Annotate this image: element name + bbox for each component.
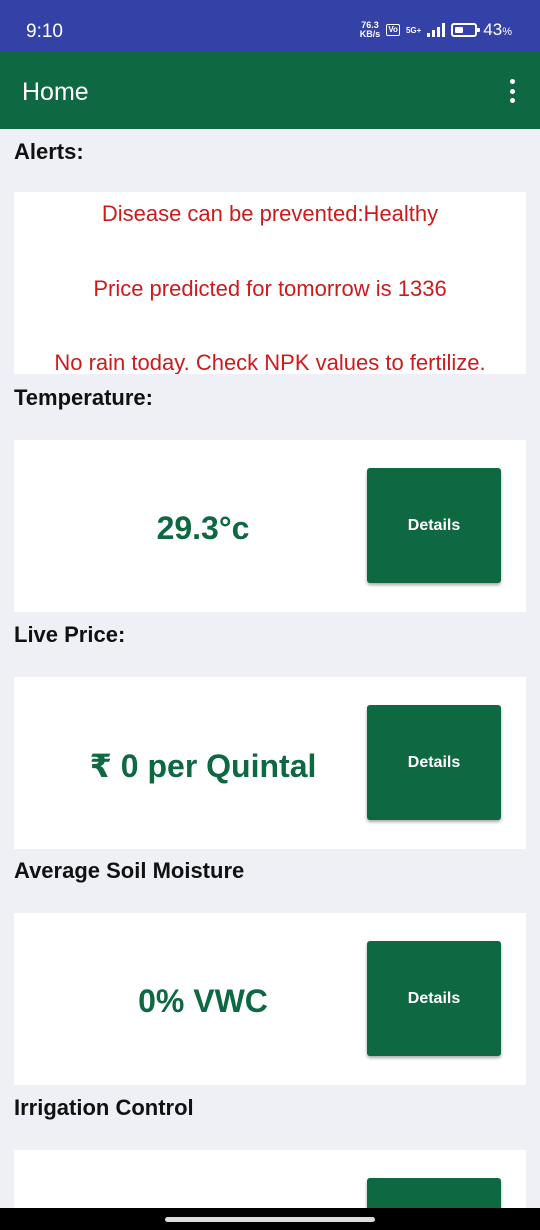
irrigation-button[interactable]: [367, 1178, 501, 1208]
live-price-title: Live Price:: [14, 622, 126, 647]
volte-icon: Vo: [386, 24, 400, 36]
temperature-value: 29.3°c: [156, 510, 250, 546]
network-type: 5G+: [405, 25, 422, 35]
alert-rain: No rain today. Check NPK values to ferti…: [54, 350, 486, 374]
soil-moisture-card: 0% VWC Details: [14, 913, 526, 1085]
battery-percent: 43%: [483, 20, 512, 39]
temperature-card: 29.3°c Details: [14, 440, 526, 612]
navigation-bar: [0, 1208, 540, 1230]
alerts-card: Disease can be prevented:Healthy Price p…: [14, 192, 526, 374]
alert-price: Price predicted for tomorrow is 1336: [93, 276, 447, 301]
app-bar: Home: [0, 52, 540, 129]
battery-icon: [451, 23, 481, 37]
soil-moisture-details-button[interactable]: Details: [367, 941, 501, 1056]
live-price-details-button[interactable]: Details: [367, 705, 501, 820]
irrigation-title: Irrigation Control: [14, 1095, 194, 1120]
network-speed-unit: KB/s: [359, 29, 381, 39]
status-time: 9:10: [26, 21, 63, 42]
alert-disease: Disease can be prevented:Healthy: [101, 201, 439, 226]
status-bar: 9:10 76.3 KB/s Vo 5G+ 43%: [0, 0, 540, 52]
alerts-title: Alerts:: [14, 139, 84, 164]
soil-moisture-title: Average Soil Moisture: [14, 858, 245, 883]
live-price-card: ₹ 0 per Quintal Details: [14, 677, 526, 849]
temperature-details-button[interactable]: Details: [367, 468, 501, 583]
live-price-value: ₹ 0 per Quintal: [89, 748, 317, 784]
page-title: Home: [22, 78, 89, 106]
more-vert-icon[interactable]: [502, 76, 522, 106]
home-gesture-handle[interactable]: [165, 1217, 375, 1222]
irrigation-card: [14, 1150, 526, 1208]
signal-icon: [427, 23, 446, 37]
status-icons: 76.3 KB/s Vo 5G+ 43%: [360, 20, 512, 40]
temperature-title: Temperature:: [14, 385, 153, 410]
network-speed: 76.3 KB/s: [360, 21, 381, 39]
soil-moisture-value: 0% VWC: [138, 983, 268, 1019]
